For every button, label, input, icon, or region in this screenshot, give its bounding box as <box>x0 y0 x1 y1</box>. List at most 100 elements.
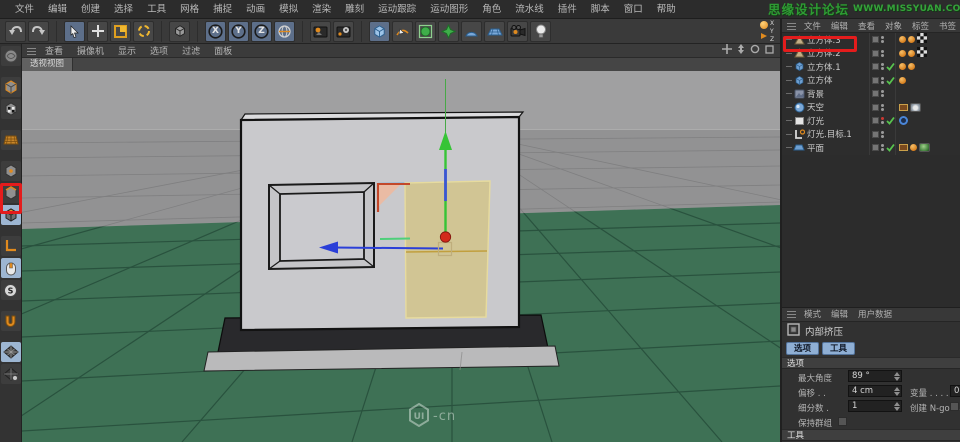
scale-icon[interactable] <box>110 20 131 42</box>
menu-snap[interactable]: 捕捉 <box>206 0 239 19</box>
floor-icon[interactable] <box>484 20 505 42</box>
subdivision-surface-icon[interactable] <box>415 20 436 42</box>
enable-snap-icon[interactable]: S <box>0 280 21 300</box>
visibility-dots[interactable] <box>881 90 884 98</box>
visibility-dots[interactable] <box>881 63 884 71</box>
object-row-cube[interactable]: 立方体 <box>782 73 960 87</box>
preserve-groups-checkbox[interactable] <box>838 416 847 426</box>
points-mode-icon[interactable] <box>0 161 21 181</box>
om-menu-bookmarks[interactable]: 书签 <box>935 20 960 32</box>
section-tool[interactable]: 工具 <box>782 428 960 441</box>
om-menu-edit[interactable]: 编辑 <box>827 20 852 32</box>
target-tag-icon[interactable] <box>899 116 908 126</box>
live-selection-icon[interactable] <box>64 20 85 42</box>
sky-texture-tag-icon[interactable] <box>910 102 921 112</box>
max-angle-input[interactable]: 89 ° <box>848 370 902 382</box>
object-row-sky[interactable]: 天空 <box>782 100 960 114</box>
phong-tag-icon[interactable] <box>908 49 915 57</box>
menu-create[interactable]: 创建 <box>74 0 107 19</box>
layer-square[interactable] <box>872 76 879 84</box>
layer-square[interactable] <box>872 117 879 125</box>
visibility-dots[interactable] <box>881 36 884 44</box>
enable-axis-icon[interactable] <box>0 236 21 256</box>
menu-file[interactable]: 文件 <box>8 0 41 19</box>
viewport-zoom-icon[interactable] <box>737 44 745 57</box>
menu-simulate[interactable]: 模拟 <box>272 0 305 19</box>
layer-square[interactable] <box>872 63 879 71</box>
object-row-cube2[interactable]: 立方体.2 <box>782 46 960 60</box>
visibility-dots[interactable] <box>881 117 884 125</box>
y-axis-lock-button[interactable]: Y <box>228 20 249 42</box>
om-menu-objects[interactable]: 对象 <box>881 20 906 32</box>
object-row-light-target[interactable]: 灯光.目标.1 <box>782 127 960 141</box>
variance-input[interactable]: 0 % <box>950 385 960 397</box>
render-settings-icon[interactable] <box>333 20 354 42</box>
object-row-plane[interactable]: 平面 <box>782 141 960 155</box>
workplane-mode-icon[interactable] <box>0 130 21 150</box>
am-menu-edit[interactable]: 编辑 <box>827 308 852 320</box>
om-menu-file[interactable]: 文件 <box>800 20 825 32</box>
render-view-icon[interactable] <box>310 20 331 42</box>
menu-sculpt[interactable]: 雕刻 <box>338 0 371 19</box>
phong-tag-icon[interactable] <box>908 36 915 44</box>
menu-script[interactable]: 脚本 <box>584 0 617 19</box>
lock-workplane-icon[interactable] <box>0 364 21 384</box>
uvw-tag-icon[interactable] <box>917 33 927 46</box>
layer-square[interactable] <box>872 130 879 138</box>
viewport-pan-icon[interactable] <box>722 44 732 57</box>
workplane-grid-icon[interactable] <box>0 342 21 362</box>
layer-square[interactable] <box>872 36 879 44</box>
menu-character[interactable]: 角色 <box>475 0 508 19</box>
material-tag-icon[interactable] <box>899 49 906 57</box>
menu-plugins[interactable]: 插件 <box>551 0 584 19</box>
menu-mograph[interactable]: 运动图形 <box>423 0 475 19</box>
layer-square[interactable] <box>872 90 879 98</box>
tab-perspective-view[interactable]: 透视视图 <box>22 58 74 71</box>
panel-grip-icon[interactable] <box>787 310 796 318</box>
visibility-dots[interactable] <box>881 130 884 138</box>
vp-menu-view[interactable]: 查看 <box>38 44 70 57</box>
stepper-arrows[interactable] <box>893 387 900 396</box>
vp-menu-filter[interactable]: 过滤 <box>175 44 207 57</box>
environment-icon[interactable] <box>461 20 482 42</box>
menu-window[interactable]: 窗口 <box>617 0 650 19</box>
panel-grip-icon[interactable] <box>787 21 796 30</box>
spline-pen-icon[interactable] <box>392 20 413 42</box>
camera-icon[interactable] <box>507 20 528 42</box>
vp-menu-options[interactable]: 选项 <box>143 44 175 57</box>
texture-tag-icon[interactable] <box>919 143 930 153</box>
offset-input[interactable]: 4 cm <box>848 385 902 397</box>
x-axis-lock-button[interactable]: X <box>205 20 226 42</box>
viewport-toggle-icon[interactable] <box>765 44 774 57</box>
viewport-rotate-icon[interactable] <box>750 44 760 57</box>
object-row-background[interactable]: 背景 <box>782 87 960 101</box>
layer-square[interactable] <box>872 49 879 57</box>
phong-tag-icon[interactable] <box>899 76 906 84</box>
axis-arrow-icon[interactable] <box>761 33 767 39</box>
am-menu-mode[interactable]: 模式 <box>800 308 825 320</box>
menu-motion-tracker[interactable]: 运动跟踪 <box>371 0 423 19</box>
uvw-tag-icon[interactable] <box>917 46 927 60</box>
light-icon[interactable] <box>530 20 551 42</box>
vp-menu-display[interactable]: 显示 <box>111 44 143 57</box>
phong-tag-icon[interactable] <box>910 144 917 152</box>
visibility-dots[interactable] <box>881 103 884 111</box>
visibility-dots[interactable] <box>881 144 884 152</box>
vp-menu-panel[interactable]: 面板 <box>207 44 239 57</box>
menu-mesh[interactable]: 网格 <box>173 0 206 19</box>
layer-square[interactable] <box>872 103 879 111</box>
menu-edit[interactable]: 编辑 <box>41 0 74 19</box>
stepper-arrows[interactable] <box>893 372 900 381</box>
model-mode-icon[interactable] <box>0 77 21 97</box>
tab-options[interactable]: 选项 <box>786 341 820 355</box>
menu-tools[interactable]: 工具 <box>140 0 173 19</box>
am-menu-userdata[interactable]: 用户数据 <box>854 308 896 320</box>
move-icon[interactable] <box>87 20 108 42</box>
menu-help[interactable]: 帮助 <box>650 0 683 19</box>
object-row-cube3[interactable]: 立方体.3 <box>782 33 960 47</box>
last-used-tool-icon[interactable] <box>169 20 190 42</box>
stepper-arrows[interactable] <box>893 402 900 411</box>
compositing-tag-icon[interactable] <box>899 144 908 152</box>
viewport-solo-icon[interactable] <box>0 258 21 278</box>
section-options[interactable]: 选项 <box>782 356 960 369</box>
